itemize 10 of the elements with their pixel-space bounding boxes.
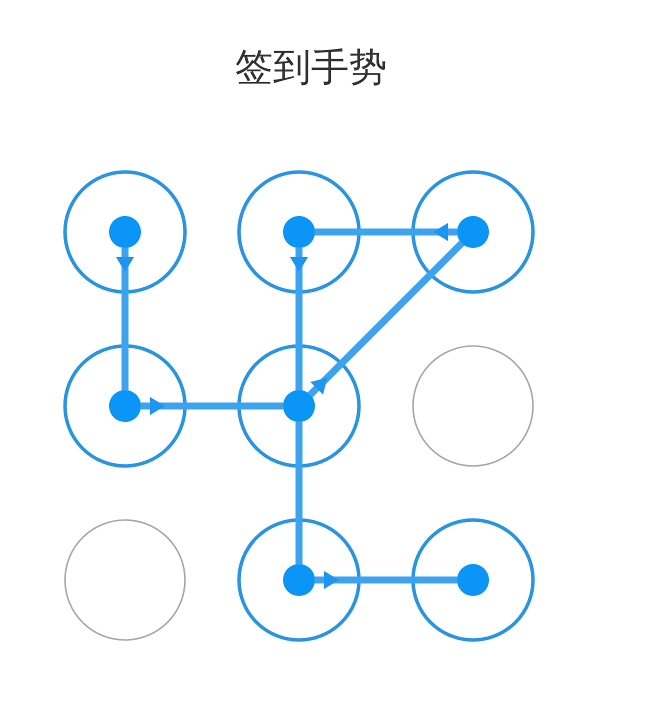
- pattern-node[interactable]: [64, 519, 186, 641]
- pattern-node[interactable]: [412, 345, 534, 467]
- pattern-node[interactable]: [237, 518, 361, 642]
- pattern-node[interactable]: [237, 344, 361, 468]
- pattern-node[interactable]: [237, 170, 361, 294]
- pattern-node[interactable]: [63, 344, 187, 468]
- pattern-node[interactable]: [411, 518, 535, 642]
- pattern-node[interactable]: [411, 170, 535, 294]
- page-title: 签到手势: [235, 49, 387, 87]
- pattern-node[interactable]: [63, 170, 187, 294]
